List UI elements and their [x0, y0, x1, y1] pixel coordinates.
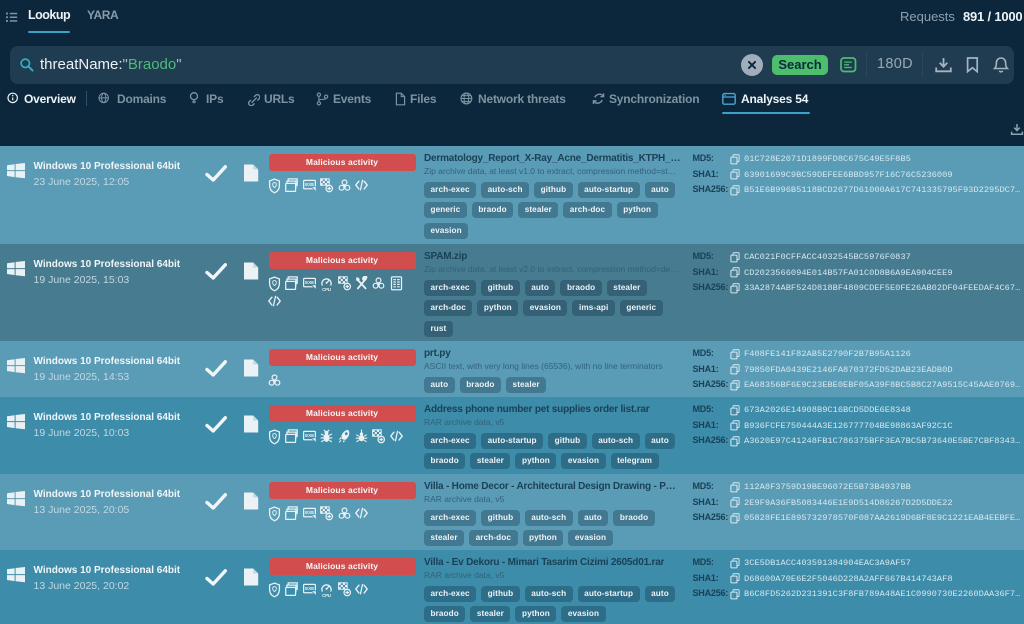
svg-text:CPU: CPU: [322, 287, 331, 292]
svg-text:CPU: CPU: [322, 593, 331, 598]
